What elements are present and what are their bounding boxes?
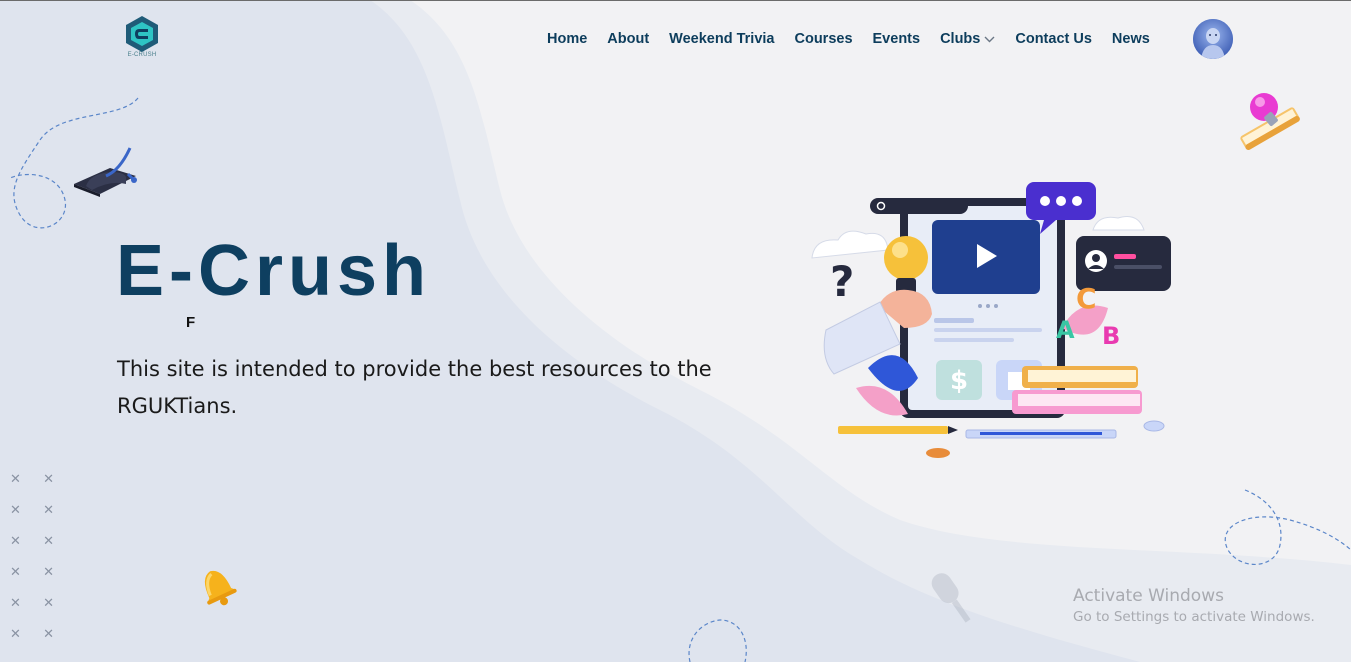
nav-about[interactable]: About <box>607 31 649 47</box>
nav-events[interactable]: Events <box>873 31 921 47</box>
user-avatar[interactable] <box>1193 19 1233 59</box>
education-illustration: $ ? C A B <box>808 178 1178 468</box>
bell-icon <box>190 558 242 615</box>
hero-title: E-Crush <box>116 231 432 311</box>
hero-description: This site is intended to provide the bes… <box>117 357 712 418</box>
nav-weekend-trivia[interactable]: Weekend Trivia <box>669 31 774 47</box>
svg-text:?: ? <box>830 257 854 306</box>
svg-text:C: C <box>1076 282 1097 315</box>
nav-news[interactable]: News <box>1112 31 1150 47</box>
top-border <box>0 0 1351 1</box>
chevron-down-icon <box>984 31 995 47</box>
graduation-cap-icon <box>70 140 145 207</box>
microphone-icon <box>922 566 982 635</box>
windows-activation-watermark: Activate Windows Go to Settings to activ… <box>1073 586 1315 625</box>
nav-contact-us[interactable]: Contact Us <box>1015 31 1092 47</box>
logo-text: E-CRUSH <box>127 52 157 58</box>
lightbulb-book-icon <box>1228 83 1308 163</box>
nav-clubs[interactable]: Clubs <box>940 31 995 47</box>
nav-clubs-label: Clubs <box>940 31 981 47</box>
svg-text:B: B <box>1102 322 1120 350</box>
x-pattern: ✕ ✕ ✕ ✕ ✕ ✕ ✕ ✕ ✕ ✕ ✕ ✕ <box>10 472 54 642</box>
svg-text:A: A <box>1056 316 1075 344</box>
dashed-line-bottom-right <box>1224 489 1351 565</box>
site-logo[interactable]: E-CRUSH <box>122 14 162 62</box>
nav-courses[interactable]: Courses <box>794 31 852 47</box>
watermark-subtitle: Go to Settings to activate Windows. <box>1073 609 1315 625</box>
watermark-title: Activate Windows <box>1073 586 1224 606</box>
logo-icon <box>126 16 158 52</box>
typing-text: F <box>186 314 196 331</box>
nav-home[interactable]: Home <box>547 31 587 47</box>
main-nav: Home About Weekend Trivia Courses Events… <box>537 28 1160 50</box>
svg-text:$: $ <box>950 366 968 396</box>
